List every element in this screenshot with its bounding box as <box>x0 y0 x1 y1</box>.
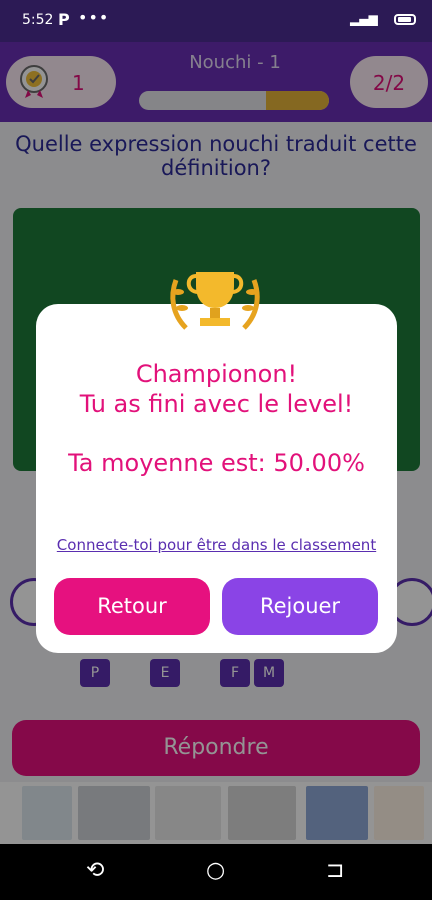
congrats-line-2: Tu as fini avec le level! <box>79 390 354 418</box>
status-bar: 5:52 P ••• ▂▄▆ <box>0 0 432 42</box>
results-dialog: Championon! Tu as fini avec le level! Ta… <box>36 304 397 653</box>
battery-icon <box>394 14 416 25</box>
clock: 5:52 <box>22 12 54 28</box>
more-notifications-icon: ••• <box>78 8 110 27</box>
p-notification-icon: P <box>58 10 70 29</box>
recent-apps-icon[interactable]: ⟲ <box>86 858 104 883</box>
signal-icon: ▂▄▆ <box>350 12 378 26</box>
login-ranking-link[interactable]: Connecte-toi pour être dans le classemen… <box>36 536 397 554</box>
back-icon[interactable]: ⊐ <box>326 858 344 883</box>
congrats-message: Championon! Tu as fini avec le level! <box>36 359 397 419</box>
congrats-line-1: Championon! <box>135 360 298 388</box>
average-text: Ta moyenne est: 50.00% <box>68 449 365 477</box>
replay-button[interactable]: Rejouer <box>222 578 378 635</box>
home-icon[interactable]: ○ <box>206 858 225 883</box>
trophy-icon <box>170 272 260 330</box>
navigation-bar: ⟲ ○ ⊐ <box>0 844 432 900</box>
back-button[interactable]: Retour <box>54 578 210 635</box>
